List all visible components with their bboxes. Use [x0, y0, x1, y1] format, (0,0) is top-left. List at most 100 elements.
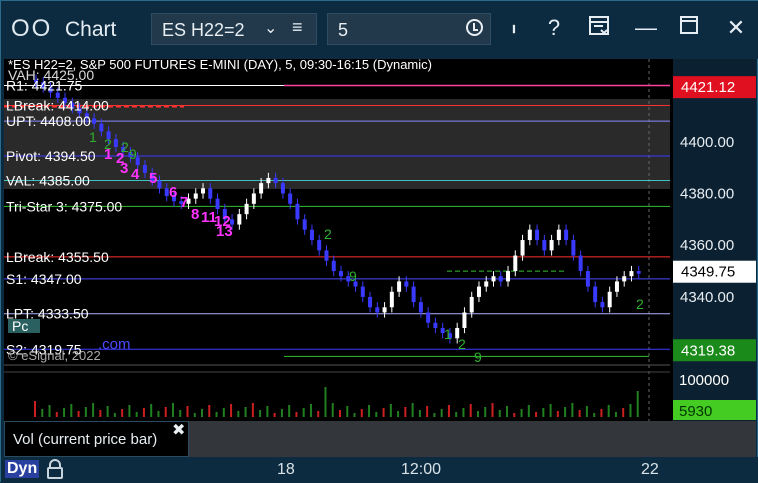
candle-body [208, 188, 213, 199]
price-chart[interactable]: R1: 4421.75LBreak: 4414.00UPT: 4408.00Pi… [4, 57, 756, 421]
candle-body [491, 276, 496, 282]
interval-input[interactable]: 5 [327, 13, 491, 45]
menu-icon[interactable]: ≡ [292, 17, 303, 38]
td-setup-count: 2 [324, 226, 332, 242]
volume-bar [164, 407, 167, 417]
td-count: 13 [216, 223, 233, 240]
chart-app-icon[interactable]: OO [11, 15, 52, 43]
volume-bar [484, 407, 487, 417]
volume-study-label[interactable]: Vol (current price bar) ✖ [4, 421, 189, 457]
volume-bar [251, 403, 254, 417]
candle-body [527, 229, 532, 241]
volume-bar [84, 407, 87, 417]
volume-current-value: 5930 [679, 403, 712, 420]
candle-body [397, 281, 402, 292]
td-setup-count: 1 [444, 326, 452, 342]
candle-body [92, 118, 97, 124]
symbol-value[interactable]: ES H22=2 [162, 20, 245, 41]
td-setup-count: 9 [129, 146, 137, 162]
volume-bar [600, 409, 603, 417]
candle-body [157, 180, 162, 189]
clock-icon[interactable] [466, 19, 483, 36]
lock-icon[interactable] [46, 459, 64, 479]
price-axis[interactable]: 4400.00 4380.00 4360.00 4340.00 4421.12 4349… [673, 59, 756, 421]
volume-bar [106, 406, 109, 417]
volume-bar [280, 409, 283, 417]
level-label: S1: 4347.00 [6, 271, 82, 287]
candle-body [469, 296, 474, 313]
candle-body [251, 193, 256, 204]
close-study-icon[interactable]: ✖ [172, 420, 185, 440]
volume-bar [614, 412, 617, 417]
candle-body [462, 312, 467, 328]
watermark: © eSignal, 2022 [8, 348, 101, 363]
td-setup-count: 9 [349, 268, 357, 284]
volume-bar [636, 391, 639, 417]
candle-body [636, 271, 641, 274]
pin-icon[interactable]: ╹ [501, 25, 527, 42]
symbol-input[interactable]: ES H22=2 ⌄ ≡ [151, 13, 317, 45]
volume-bar [237, 411, 240, 417]
candle-body [585, 271, 590, 287]
help-icon[interactable]: ? [541, 15, 567, 41]
candle-body [476, 286, 481, 297]
volume-bar [142, 408, 145, 417]
volume-bar [535, 412, 538, 417]
volume-bar [513, 413, 516, 417]
candle-body [266, 177, 271, 184]
volume-bar [578, 410, 581, 417]
maximize-icon[interactable] [676, 15, 702, 41]
volume-bar [48, 405, 51, 417]
time-tick: 22 [641, 461, 659, 478]
time-axis[interactable]: Dyn 18 12:00 22 [1, 457, 758, 483]
layout-menu-icon[interactable] [586, 15, 612, 43]
volume-bar [506, 406, 509, 417]
candle-body [498, 276, 503, 282]
volume-bar [186, 406, 189, 417]
pc-badge: Pc [12, 318, 28, 334]
volume-bar [491, 403, 494, 417]
interval-value[interactable]: 5 [338, 20, 348, 41]
candle-body [193, 193, 198, 199]
volume-bar [433, 413, 436, 417]
td-setup-count: 2 [121, 139, 129, 155]
volume-bar [339, 410, 341, 417]
candle-body [578, 255, 583, 272]
volume-bar [34, 401, 36, 417]
candle-body [237, 214, 242, 225]
candle-body [593, 286, 598, 303]
candle-body [382, 307, 387, 313]
volume-bar [498, 410, 501, 417]
level-label: LBreak: 4414.00 [6, 98, 109, 114]
candle-body [426, 312, 431, 323]
chart-header: *ES H22=2, S&P 500 FUTURES E-MINI (DAY),… [8, 59, 432, 72]
td-count: 8 [191, 206, 199, 223]
volume-bar [404, 407, 407, 417]
volume-bar [360, 409, 363, 417]
candle-body [309, 229, 314, 241]
candle-body [201, 188, 206, 194]
volume-bar [324, 387, 327, 417]
td-count: 6 [169, 184, 177, 201]
chart-area[interactable]: R1: 4421.75 LBreak: 4414.00 UPT: 4408.00 Pi… [4, 57, 756, 421]
volume-bar [41, 409, 44, 417]
candle-body [535, 229, 540, 241]
volume-bar [179, 410, 182, 417]
td-count: 5 [149, 170, 157, 187]
td-setup-count: 2 [104, 136, 112, 152]
close-icon[interactable]: ✕ [723, 15, 749, 41]
volume-bar [201, 409, 204, 417]
chevron-down-icon[interactable]: ⌄ [264, 18, 277, 38]
volume-bar [418, 410, 421, 417]
volume-bar [288, 405, 291, 417]
minimize-icon[interactable]: — [633, 15, 659, 41]
candle-body [339, 271, 343, 277]
volume-bar [92, 403, 95, 417]
td-count: 7 [180, 194, 188, 211]
volume-bar [128, 405, 131, 417]
candle-body [331, 260, 336, 272]
dynamic-mode-label[interactable]: Dyn [5, 460, 40, 478]
candle-body [411, 286, 416, 303]
price-tick: 4360.00 [680, 237, 734, 254]
volume-bar [455, 412, 458, 417]
